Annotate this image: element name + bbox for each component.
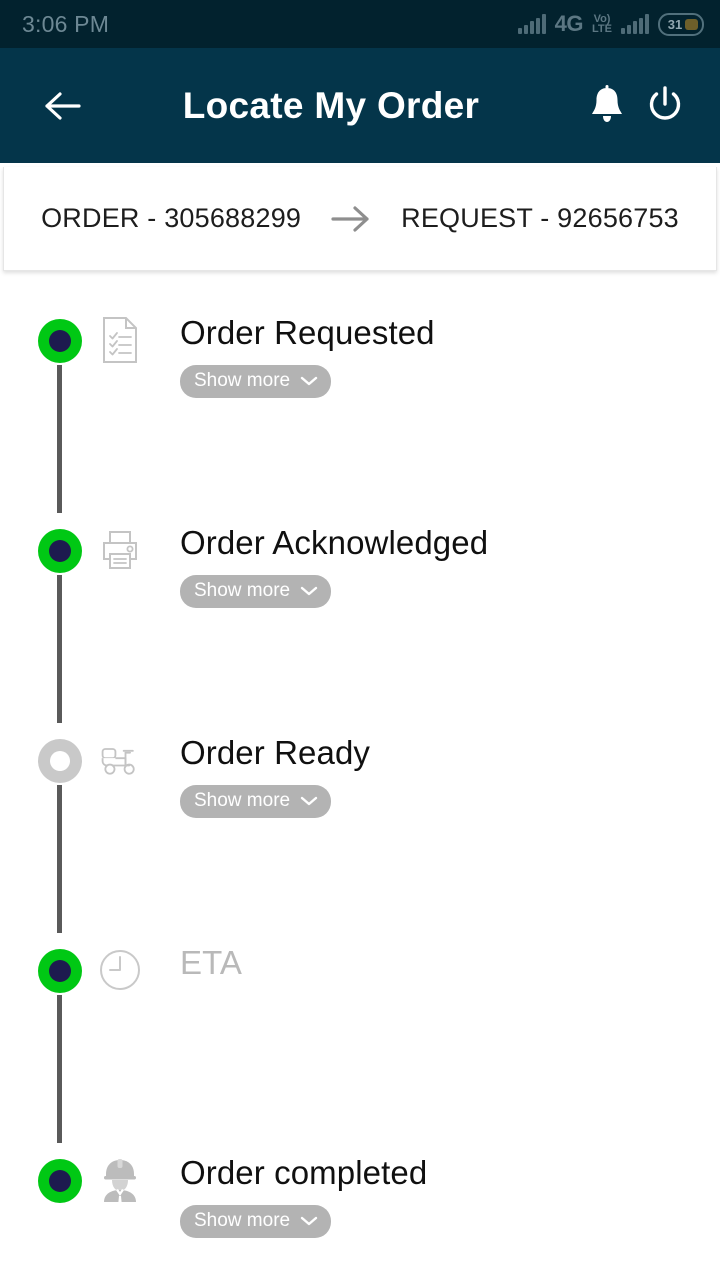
document-checklist-icon — [98, 315, 142, 365]
status-node-done — [38, 1159, 82, 1203]
app-bar: Locate My Order — [0, 48, 720, 163]
timeline-step-body: Order Requested Show more — [180, 303, 435, 399]
status-bar: 3:06 PM 4G Vo) LTE 31 — [0, 0, 720, 48]
show-more-button[interactable]: Show more — [180, 575, 332, 609]
status-node-done — [38, 319, 82, 363]
scooter-delivery-icon — [98, 735, 142, 785]
show-more-button[interactable]: Show more — [180, 1205, 332, 1239]
network-type-label: 4G — [554, 11, 584, 36]
request-id-label: REQUEST - 92656753 — [401, 203, 679, 233]
timeline-step-body: Order Ready Show more — [180, 723, 371, 819]
step-title: Order completed — [180, 1154, 428, 1191]
timeline-step-body: Order completed Show more — [180, 1143, 428, 1239]
signal-bars-icon-secondary — [621, 14, 649, 34]
clock-icon — [98, 945, 142, 995]
step-title: Order Acknowledged — [180, 524, 489, 561]
timeline-step-order-ready: Order Ready Show more — [0, 723, 720, 933]
chevron-down-icon — [300, 587, 318, 596]
step-title: Order Requested — [180, 314, 435, 351]
show-more-button[interactable]: Show more — [180, 365, 332, 399]
status-node-done — [38, 529, 82, 573]
worker-helmet-icon — [98, 1155, 142, 1205]
timeline-step-order-completed: Order completed Show more — [0, 1143, 720, 1280]
battery-icon: 31 — [658, 12, 704, 36]
show-more-label: Show more — [194, 1210, 291, 1232]
printer-icon — [98, 525, 142, 575]
timeline-step-order-acknowledged: Order Acknowledged Show more — [0, 513, 720, 723]
timeline-connector — [57, 995, 62, 1143]
order-id-label: ORDER - 305688299 — [41, 203, 302, 233]
bell-icon — [592, 84, 622, 122]
timeline-step-eta: ETA — [0, 933, 720, 1143]
timeline-step-body: ETA — [180, 933, 242, 981]
status-node-pending — [38, 739, 82, 783]
back-arrow-icon — [45, 91, 81, 120]
signal-bars-icon — [517, 14, 546, 34]
chevron-down-icon — [300, 797, 318, 806]
step-title: ETA — [180, 944, 243, 981]
order-request-card[interactable]: ORDER - 305688299 REQUEST - 92656753 — [3, 167, 717, 271]
power-button[interactable] — [636, 77, 694, 135]
power-icon — [649, 85, 681, 120]
volte-bottom-text: LTE — [592, 23, 612, 35]
status-node-done — [38, 949, 82, 993]
status-bar-indicators: 4G Vo) LTE 31 — [517, 11, 704, 37]
status-bar-time: 3:06 PM — [22, 10, 110, 37]
notifications-button[interactable] — [578, 77, 636, 135]
show-more-label: Show more — [194, 790, 291, 812]
timeline-connector — [57, 365, 62, 513]
timeline-connector — [57, 575, 62, 723]
page-title: Locate My Order — [182, 84, 480, 126]
order-status-timeline: Order Requested Show more Order Acknowle… — [0, 271, 720, 1280]
battery-level-label: 31 — [667, 16, 683, 32]
arrow-right-icon — [331, 205, 369, 232]
timeline-step-order-requested: Order Requested Show more — [0, 303, 720, 513]
timeline-connector — [57, 785, 62, 933]
locate-my-order-screen: 3:06 PM 4G Vo) LTE 31 Locate My Order OR… — [0, 0, 720, 1280]
volte-icon: Vo) LTE — [592, 13, 612, 35]
show-more-label: Show more — [194, 580, 291, 602]
chevron-down-icon — [300, 1217, 318, 1226]
show-more-label: Show more — [194, 370, 291, 392]
chevron-down-icon — [300, 377, 318, 386]
timeline-step-body: Order Acknowledged Show more — [180, 513, 489, 609]
show-more-button[interactable]: Show more — [180, 785, 332, 819]
step-title: Order Ready — [180, 734, 371, 771]
